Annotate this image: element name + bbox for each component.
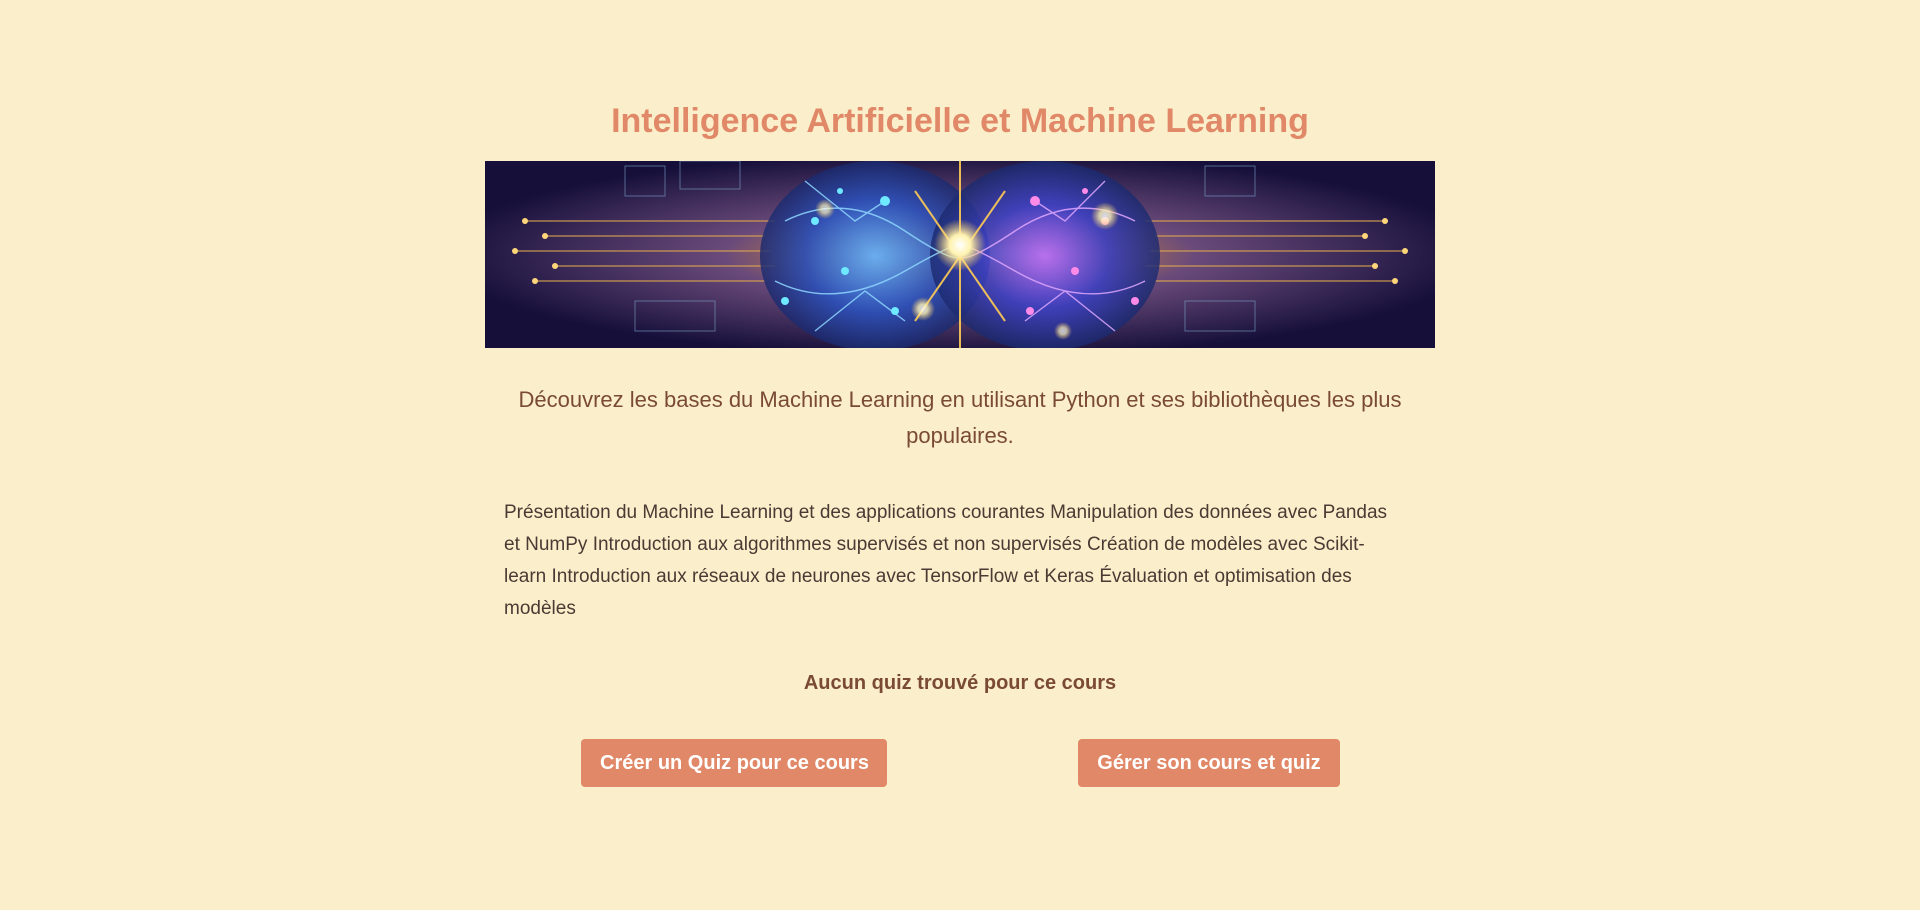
create-quiz-button[interactable]: Créer un Quiz pour ce cours bbox=[581, 739, 887, 787]
circuit-brain-illustration bbox=[485, 161, 1435, 348]
manage-course-button[interactable]: Gérer son cours et quiz bbox=[1078, 739, 1340, 787]
course-page: Intelligence Artificielle et Machine Lea… bbox=[0, 0, 1920, 910]
course-title: Intelligence Artificielle et Machine Lea… bbox=[611, 102, 1309, 140]
course-banner-image bbox=[485, 161, 1435, 348]
no-quiz-message: Aucun quiz trouvé pour ce cours bbox=[803, 672, 1117, 694]
course-description: Présentation du Machine Learning et des … bbox=[504, 502, 1388, 619]
course-subtitle: Découvrez les bases du Machine Learning … bbox=[518, 387, 1402, 448]
